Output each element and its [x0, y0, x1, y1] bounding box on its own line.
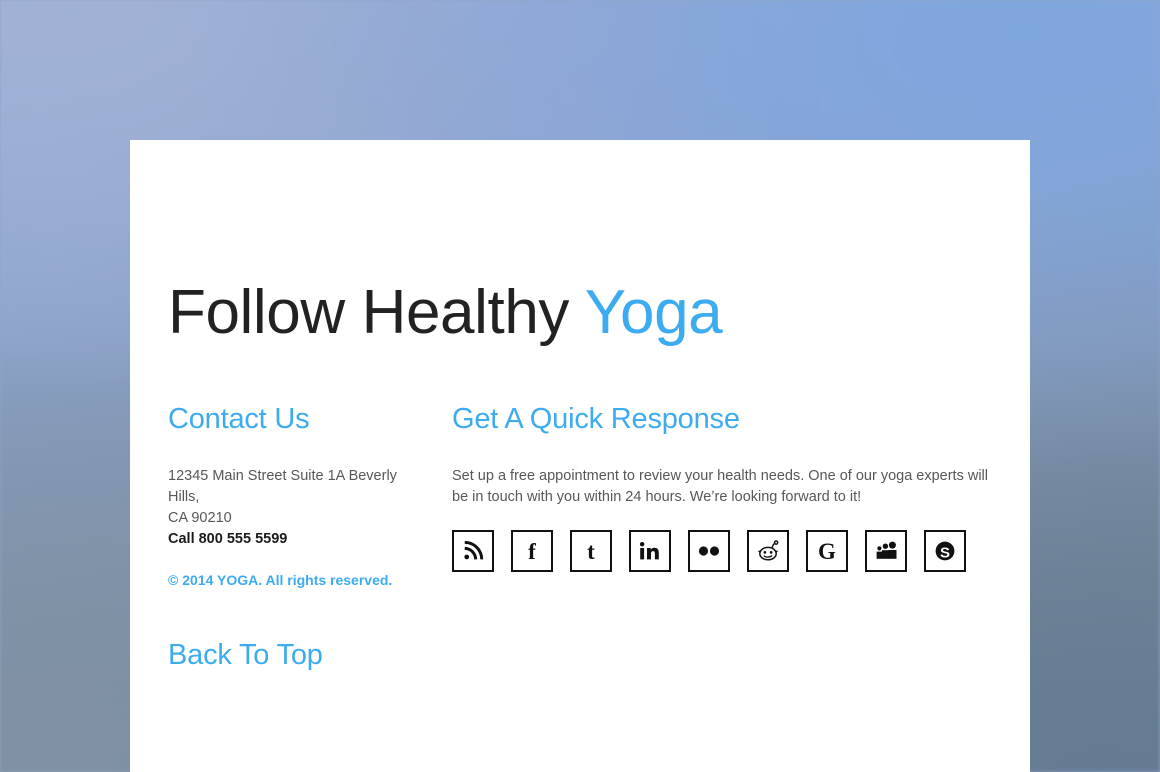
quick-response-blurb: Set up a free appointment to review your…: [452, 467, 989, 505]
twitter-link[interactable]: t: [570, 529, 612, 572]
flickr-icon: [696, 544, 722, 558]
quick-response-heading: Get A Quick Response: [452, 403, 740, 435]
contact-address-line-1: 12345 Main Street Suite 1A Beverly Hills…: [168, 467, 397, 505]
page-title-accent: Yoga: [584, 277, 723, 347]
myspace-link[interactable]: [865, 529, 907, 572]
contact-column: Contact Us 12345 Main Street Suite 1A Be…: [168, 403, 430, 590]
back-to-top-link[interactable]: Back To Top: [168, 639, 323, 672]
skype-link[interactable]: S: [924, 529, 966, 572]
svg-text:t: t: [587, 539, 595, 563]
google-link[interactable]: G: [806, 529, 848, 572]
reddit-icon: [755, 539, 781, 563]
contact-address: 12345 Main Street Suite 1A Beverly Hills…: [168, 466, 430, 550]
google-icon: G: [815, 539, 839, 563]
reddit-link[interactable]: [747, 529, 789, 572]
contact-heading: Contact Us: [168, 403, 310, 435]
flickr-link[interactable]: [688, 529, 730, 572]
rss-link[interactable]: [452, 529, 494, 572]
myspace-icon: [873, 540, 899, 562]
svg-text:S: S: [940, 544, 950, 561]
rss-icon: [462, 540, 484, 562]
copyright-notice: © 2014 YOGA. All rights reserved.: [168, 571, 393, 588]
quick-response-column: Get A Quick Response Set up a free appoi…: [452, 403, 1000, 572]
contact-phone: Call 800 555 5599: [168, 530, 288, 547]
linkedin-icon: [637, 540, 663, 562]
svg-text:f: f: [528, 539, 536, 563]
facebook-icon: f: [521, 539, 543, 563]
facebook-link[interactable]: f: [511, 529, 553, 572]
page-title: Follow Healthy Yoga: [168, 277, 723, 347]
social-links-row: f t G S: [452, 529, 1000, 572]
skype-icon: S: [933, 539, 957, 563]
contact-address-line-2: CA 90210: [168, 509, 232, 526]
linkedin-link[interactable]: [629, 529, 671, 572]
page-title-plain: Follow Healthy: [168, 277, 570, 347]
svg-text:G: G: [818, 539, 836, 563]
twitter-icon: t: [580, 539, 602, 563]
